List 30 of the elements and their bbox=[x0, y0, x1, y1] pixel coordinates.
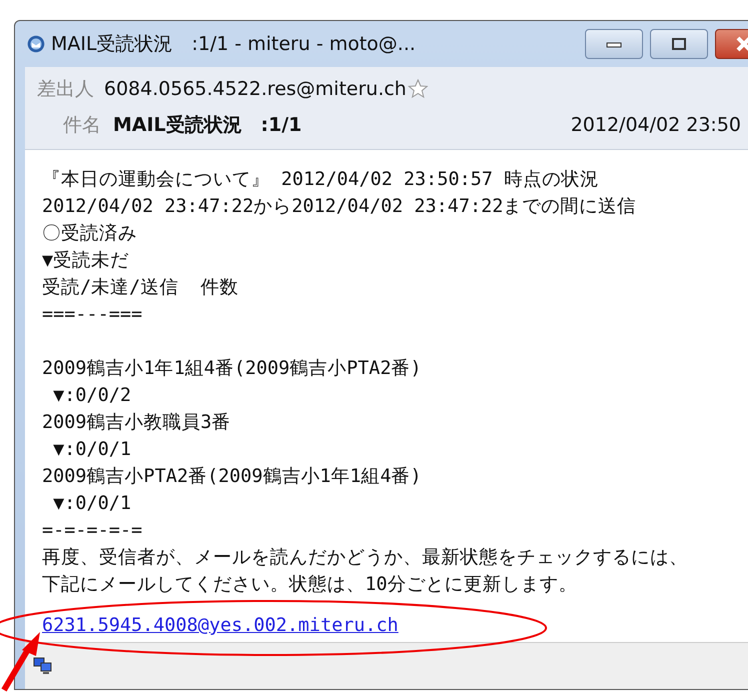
message-line: ▼:0/0/2 bbox=[52, 384, 132, 408]
email-link[interactable]: 6231.5945.4008@yes.002.miteru.ch bbox=[42, 615, 398, 636]
message-line: 2009鶴吉小1年1組4番(2009鶴吉小PTA2番) bbox=[42, 357, 422, 381]
maximize-button[interactable] bbox=[650, 29, 708, 59]
message-line: 2009鶴吉小PTA2番(2009鶴吉小1年1組4番) bbox=[42, 465, 422, 489]
sender-address[interactable]: 6084.0565.4522.res@miteru.ch bbox=[104, 78, 406, 100]
from-label: 差出人 bbox=[37, 77, 94, 102]
close-icon bbox=[735, 36, 748, 52]
minimize-icon bbox=[606, 40, 622, 48]
message-line: 受読/未達/送信 件数 bbox=[42, 276, 240, 300]
message-line: =-=-=-=-= bbox=[42, 519, 144, 543]
network-icon bbox=[33, 656, 53, 676]
maximize-icon bbox=[671, 37, 687, 51]
message-line: 2012/04/02 23:47:22から2012/04/02 23:47:22までの間に送信 bbox=[42, 195, 638, 219]
minimize-button[interactable] bbox=[585, 29, 643, 59]
subject-label: 件名 bbox=[63, 113, 101, 138]
annotation-arrow bbox=[1, 632, 40, 692]
message-line: 『本日の運動会について』 2012/04/02 23:50:57 時点の状況 bbox=[42, 168, 600, 192]
message-line: 下記にメールしてください。状態は、10分ごとに更新します。 bbox=[42, 573, 578, 597]
message-line: 〇受読済み bbox=[42, 222, 138, 246]
message-line: ▼:0/0/1 bbox=[52, 492, 132, 516]
window-title: MAIL受読状況 :1/1 - miteru - moto@... bbox=[51, 32, 417, 57]
star-icon[interactable] bbox=[408, 79, 428, 99]
message-line: ===---=== bbox=[42, 303, 144, 327]
date-text: 2012/04/02 23:50 bbox=[570, 114, 741, 136]
message-line: 再度、受信者が、メールを読んだかどうか、最新状態をチェックするには、 bbox=[42, 546, 689, 570]
subject-text: MAIL受読状況 :1/1 bbox=[113, 113, 302, 138]
message-line: 2009鶴吉小教職員3番 bbox=[42, 411, 232, 435]
message-line: ▼:0/0/1 bbox=[52, 438, 132, 462]
message-line: ▼受読未だ bbox=[42, 249, 130, 273]
